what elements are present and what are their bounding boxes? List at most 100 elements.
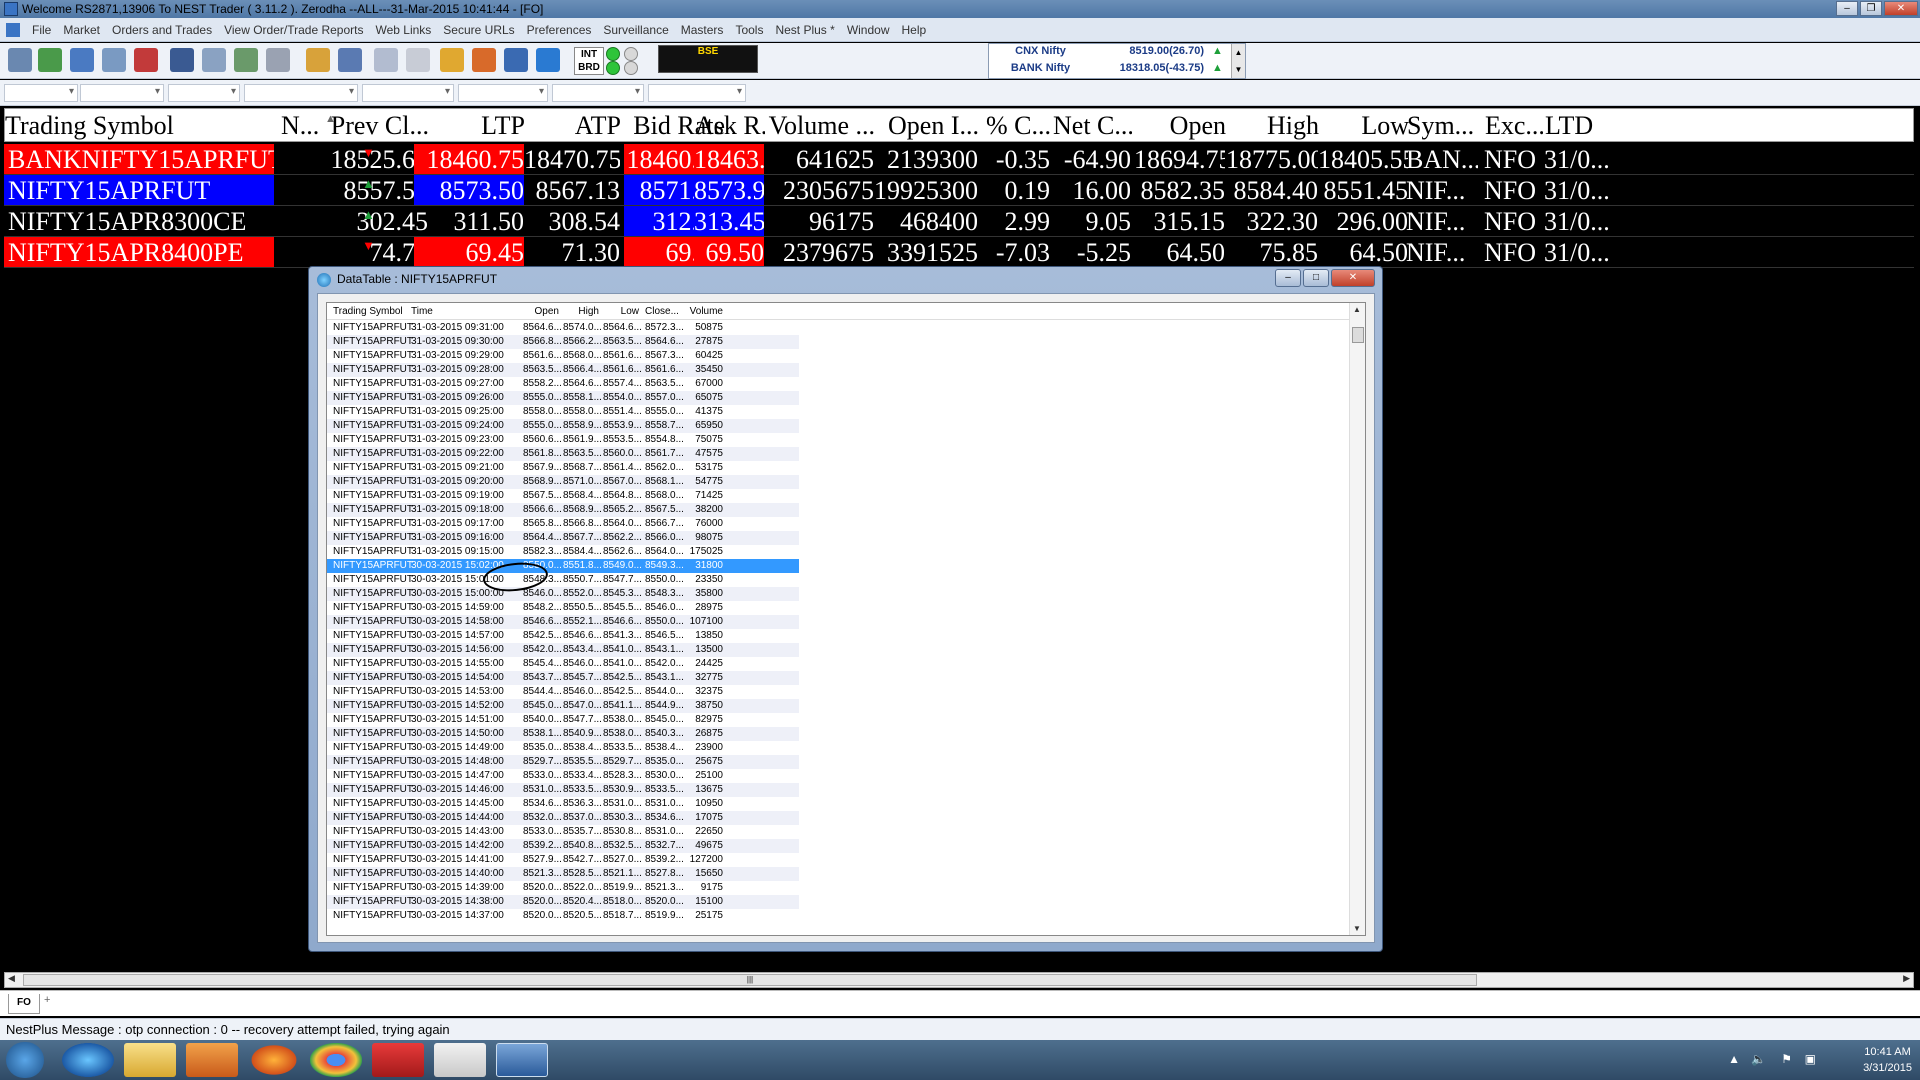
- datatable-row[interactable]: NIFTY15APRFUT 31-03-2015 09:29:00 8561.6..…: [327, 349, 799, 363]
- net-position-icon[interactable]: [202, 48, 226, 72]
- column-header-14[interactable]: Sym...: [1407, 109, 1479, 141]
- datatable-row[interactable]: NIFTY15APRFUT 30-03-2015 14:47:00 8533.0..…: [327, 769, 799, 783]
- datatable-row[interactable]: NIFTY15APRFUT 30-03-2015 15:00:00 8546.0..…: [327, 587, 799, 601]
- series-dropdown[interactable]: [552, 84, 644, 102]
- menu-item-secure-urls[interactable]: Secure URLs: [443, 23, 514, 37]
- datatable-row[interactable]: NIFTY15APRFUT 31-03-2015 09:26:00 8555.0..…: [327, 391, 799, 405]
- market-watch-horizontal-scrollbar[interactable]: ◀ ||| ▶: [4, 972, 1914, 988]
- datatable-row[interactable]: NIFTY15APRFUT 30-03-2015 14:49:00 8535.0..…: [327, 741, 799, 755]
- system-clock[interactable]: 10:41 AM 3/31/2015: [1863, 1044, 1912, 1076]
- firefox-icon[interactable]: [248, 1043, 300, 1077]
- menu-item-view-order-trade-reports[interactable]: View Order/Trade Reports: [224, 23, 363, 37]
- add-tab-button[interactable]: +: [44, 994, 50, 1006]
- menu-item-help[interactable]: Help: [902, 23, 927, 37]
- sell-order-icon[interactable]: [134, 48, 158, 72]
- datatable-column-header-4[interactable]: Low: [603, 306, 639, 317]
- login-icon[interactable]: [8, 48, 32, 72]
- datatable-row[interactable]: NIFTY15APRFUT 31-03-2015 09:25:00 8558.0..…: [327, 405, 799, 419]
- market-watch-row[interactable]: NIFTY15APR8400PE74.7069.4571.3069.3069.5…: [4, 237, 1914, 268]
- datatable-row[interactable]: NIFTY15APRFUT 31-03-2015 09:28:00 8563.5..…: [327, 363, 799, 377]
- datatable-row[interactable]: NIFTY15APRFUT 31-03-2015 09:31:00 8564.6..…: [327, 321, 799, 335]
- menu-item-tools[interactable]: Tools: [735, 23, 763, 37]
- menu-item-orders-and-trades[interactable]: Orders and Trades: [112, 23, 212, 37]
- tools-icon[interactable]: [440, 48, 464, 72]
- show-hidden-icons-icon[interactable]: ▲: [1728, 1052, 1740, 1066]
- scroll-left-icon[interactable]: ◀: [8, 973, 15, 984]
- market-watch-row[interactable]: BANKNIFTY15APRFUT 18525.65 18460.75 18470.7…: [4, 144, 1914, 175]
- datatable-row[interactable]: NIFTY15APRFUT 30-03-2015 14:45:00 8534.6..…: [327, 797, 799, 811]
- datatable-close-button[interactable]: ✕: [1331, 269, 1375, 287]
- column-header-7[interactable]: Volume ...: [765, 109, 875, 141]
- datatable-minimize-button[interactable]: –: [1275, 269, 1301, 287]
- datatable-row[interactable]: NIFTY15APRFUT 30-03-2015 14:37:00 8520.0..…: [327, 909, 799, 923]
- datatable-column-header-3[interactable]: High: [563, 306, 599, 317]
- column-header-13[interactable]: Low: [1319, 109, 1409, 141]
- expiry-dropdown[interactable]: [244, 84, 358, 102]
- column-header-12[interactable]: High: [1227, 109, 1319, 141]
- file-explorer-icon[interactable]: [124, 1043, 176, 1077]
- tab-fo[interactable]: FO: [8, 994, 40, 1014]
- app-grid-icon[interactable]: [434, 1043, 486, 1077]
- symbol-dropdown[interactable]: [168, 84, 240, 102]
- scroll-thumb[interactable]: |||: [23, 974, 1477, 986]
- strike-dropdown[interactable]: [458, 84, 548, 102]
- column-header-8[interactable]: Open I...: [875, 109, 979, 141]
- action-center-flag-icon[interactable]: ⚑: [1781, 1052, 1792, 1066]
- chart-icon[interactable]: [306, 48, 330, 72]
- datatable-row[interactable]: NIFTY15APRFUT 31-03-2015 09:16:00 8564.4..…: [327, 531, 799, 545]
- market-dropdown[interactable]: [648, 84, 746, 102]
- datatable-row[interactable]: NIFTY15APRFUT 30-03-2015 14:46:00 8531.0..…: [327, 783, 799, 797]
- column-header-15[interactable]: Exc...: [1485, 109, 1543, 141]
- scroll-up-icon[interactable]: ▲: [1232, 44, 1245, 61]
- menu-item-nest-plus[interactable]: Nest Plus *: [775, 23, 834, 37]
- app-red-icon[interactable]: [372, 1043, 424, 1077]
- datatable-row[interactable]: NIFTY15APRFUT 30-03-2015 15:01:00 8548.3..…: [327, 573, 799, 587]
- scroll-right-icon[interactable]: ▶: [1903, 973, 1910, 984]
- datatable-row[interactable]: NIFTY15APRFUT 31-03-2015 09:27:00 8558.2..…: [327, 377, 799, 391]
- datatable-row[interactable]: NIFTY15APRFUT 30-03-2015 14:38:00 8520.0..…: [327, 895, 799, 909]
- column-header-3[interactable]: LTP: [415, 109, 525, 141]
- datatable-row[interactable]: NIFTY15APRFUT 30-03-2015 14:52:00 8545.0..…: [327, 699, 799, 713]
- datatable-row[interactable]: NIFTY15APRFUT 30-03-2015 14:44:00 8532.0..…: [327, 811, 799, 825]
- option-type-dropdown[interactable]: [362, 84, 454, 102]
- network-icon[interactable]: ▣: [1805, 1052, 1816, 1066]
- report-icon[interactable]: [338, 48, 362, 72]
- rocket-icon[interactable]: [504, 48, 528, 72]
- datatable-row[interactable]: NIFTY15APRFUT 30-03-2015 14:48:00 8529.7..…: [327, 755, 799, 769]
- column-header-1[interactable]: N...: [281, 109, 321, 141]
- datatable-column-header-5[interactable]: Close...: [645, 306, 683, 317]
- datatable-column-header-0[interactable]: Trading Symbol: [333, 306, 409, 317]
- datatable-row[interactable]: NIFTY15APRFUT 31-03-2015 09:15:00 8582.3..…: [327, 545, 799, 559]
- bse-ticker[interactable]: BSE: [658, 45, 758, 73]
- blank-icon[interactable]: [406, 48, 430, 72]
- order-book-icon[interactable]: [102, 48, 126, 72]
- datatable-row[interactable]: NIFTY15APRFUT 31-03-2015 09:22:00 8561.8..…: [327, 447, 799, 461]
- datatable-row[interactable]: NIFTY15APRFUT 30-03-2015 14:59:00 8548.2..…: [327, 601, 799, 615]
- media-player-icon[interactable]: [186, 1043, 238, 1077]
- datatable-row[interactable]: NIFTY15APRFUT 30-03-2015 14:41:00 8527.9..…: [327, 853, 799, 867]
- datatable-row[interactable]: NIFTY15APRFUT 31-03-2015 09:18:00 8566.6..…: [327, 503, 799, 517]
- column-header-16[interactable]: LTD: [1545, 109, 1611, 141]
- market-picture-icon[interactable]: [70, 48, 94, 72]
- exchange-dropdown[interactable]: [4, 84, 78, 102]
- market-watch-row[interactable]: NIFTY15APRFUT 8557.50 8573.50 8567.13 8571.5…: [4, 175, 1914, 206]
- column-header-11[interactable]: Open: [1135, 109, 1226, 141]
- column-header-0[interactable]: Trading Symbol: [5, 109, 275, 141]
- alerts-icon[interactable]: [472, 48, 496, 72]
- datatable-row[interactable]: NIFTY15APRFUT 31-03-2015 09:19:00 8567.5..…: [327, 489, 799, 503]
- datatable-column-header-2[interactable]: Open: [523, 306, 559, 317]
- datatable-row[interactable]: NIFTY15APRFUT 30-03-2015 14:54:00 8543.7..…: [327, 671, 799, 685]
- datatable-row[interactable]: NIFTY15APRFUT 31-03-2015 09:20:00 8568.9..…: [327, 475, 799, 489]
- settings-icon[interactable]: [266, 48, 290, 72]
- sort-ascending-icon[interactable]: ▲: [325, 113, 336, 125]
- datatable-row[interactable]: NIFTY15APRFUT 30-03-2015 14:43:00 8533.0..…: [327, 825, 799, 839]
- datatable-row[interactable]: NIFTY15APRFUT 30-03-2015 14:57:00 8542.5..…: [327, 629, 799, 643]
- nest-trader-taskbar-icon[interactable]: [496, 1043, 548, 1077]
- datatable-row[interactable]: NIFTY15APRFUT 31-03-2015 09:23:00 8560.6..…: [327, 433, 799, 447]
- menu-item-file[interactable]: File: [32, 23, 51, 37]
- globe-icon[interactable]: [536, 48, 560, 72]
- chrome-icon[interactable]: [310, 1043, 362, 1077]
- datatable-column-header-1[interactable]: Time: [411, 306, 521, 317]
- datatable-row[interactable]: NIFTY15APRFUT 30-03-2015 14:55:00 8545.4..…: [327, 657, 799, 671]
- datatable-row[interactable]: NIFTY15APRFUT 30-03-2015 14:42:00 8539.2..…: [327, 839, 799, 853]
